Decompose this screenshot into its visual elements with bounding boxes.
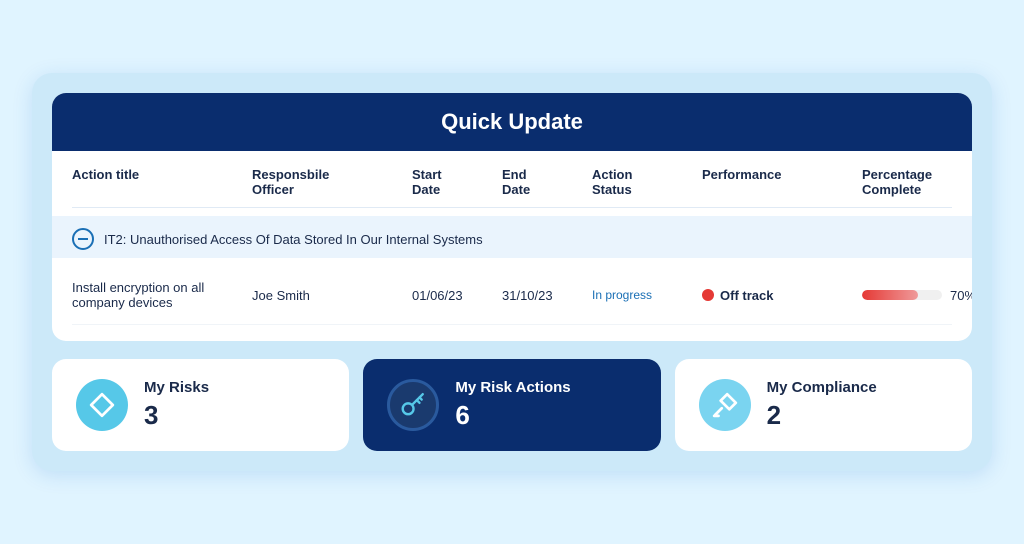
main-panel: Quick Update Action title ResponsbileOff… <box>52 93 972 341</box>
cell-action-status: In progress <box>592 288 702 302</box>
cell-percentage: 70% <box>862 288 972 303</box>
col-start-date: StartDate <box>412 167 502 197</box>
col-action-title: Action title <box>72 167 252 197</box>
diamond-icon <box>89 392 115 418</box>
performance-label: Off track <box>720 288 773 303</box>
my-risks-card[interactable]: My Risks 3 <box>52 359 349 451</box>
table-header-row: Action title ResponsbileOfficer StartDat… <box>72 151 952 208</box>
collapse-icon[interactable] <box>72 228 94 250</box>
my-risk-actions-label: My Risk Actions <box>455 379 570 396</box>
my-risk-actions-text: My Risk Actions 6 <box>455 379 570 431</box>
my-risks-text: My Risks 3 <box>144 379 209 431</box>
my-risks-icon-wrap <box>76 379 128 431</box>
cell-action-title: Install encryption on all company device… <box>72 280 252 310</box>
cell-end-date: 31/10/23 <box>502 288 592 303</box>
my-risk-actions-icon-wrap <box>387 379 439 431</box>
panel-title: Quick Update <box>76 109 948 135</box>
my-compliance-count: 2 <box>767 400 877 431</box>
group-label: IT2: Unauthorised Access Of Data Stored … <box>104 232 483 247</box>
progress-percentage: 70% <box>950 288 972 303</box>
performance-container: Off track <box>702 288 862 303</box>
my-compliance-label: My Compliance <box>767 379 877 396</box>
gavel-icon <box>712 392 738 418</box>
col-performance: Performance <box>702 167 862 197</box>
col-responsible-officer: ResponsbileOfficer <box>252 167 412 197</box>
progress-bar-fill <box>862 290 918 300</box>
my-compliance-icon-wrap <box>699 379 751 431</box>
my-risk-actions-card[interactable]: My Risk Actions 6 <box>363 359 660 451</box>
cell-start-date: 01/06/23 <box>412 288 502 303</box>
minus-bar <box>78 238 88 240</box>
red-dot-icon <box>702 289 714 301</box>
cell-performance: Off track <box>702 288 862 303</box>
progress-container: 70% <box>862 288 972 303</box>
col-percentage: PercentageComplete <box>862 167 972 197</box>
cell-responsible-officer: Joe Smith <box>252 288 412 303</box>
my-risk-actions-count: 6 <box>455 400 570 431</box>
progress-bar-background <box>862 290 942 300</box>
col-end-date: EndDate <box>502 167 592 197</box>
my-compliance-card[interactable]: My Compliance 2 <box>675 359 972 451</box>
table-row: Install encryption on all company device… <box>72 266 952 325</box>
table-area: Action title ResponsbileOfficer StartDat… <box>52 151 972 341</box>
panel-header: Quick Update <box>52 93 972 151</box>
outer-card: Quick Update Action title ResponsbileOff… <box>32 73 992 471</box>
bottom-cards: My Risks 3 My Risk Actions 6 <box>52 359 972 451</box>
my-compliance-text: My Compliance 2 <box>767 379 877 431</box>
col-action-status: ActionStatus <box>592 167 702 197</box>
my-risks-label: My Risks <box>144 379 209 396</box>
key-icon <box>400 392 426 418</box>
my-risks-count: 3 <box>144 400 209 431</box>
group-row[interactable]: IT2: Unauthorised Access Of Data Stored … <box>52 216 972 258</box>
